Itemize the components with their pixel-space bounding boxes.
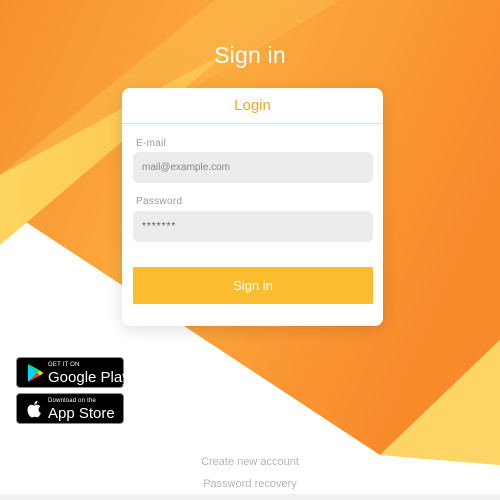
apple-badge-big-text: App Store <box>48 405 115 422</box>
google-badge-small-text: GET IT ON <box>48 362 80 368</box>
password-label: Password <box>136 196 183 207</box>
apple-icon <box>27 400 41 418</box>
password-recovery-link[interactable]: Password recovery <box>0 478 500 490</box>
password-input[interactable] <box>133 211 373 242</box>
email-input[interactable] <box>133 152 373 183</box>
create-account-link[interactable]: Create new account <box>0 456 500 468</box>
apple-badge-small-text: Download on the <box>48 398 97 404</box>
login-card: Login E-mail Password Sign in <box>122 88 383 326</box>
app-store-badge[interactable]: Download on the App Store <box>16 393 124 424</box>
sign-in-button[interactable]: Sign in <box>133 267 373 304</box>
google-play-icon <box>28 364 44 382</box>
page-title: Sign in <box>214 42 286 68</box>
card-header: Login <box>122 88 383 124</box>
google-badge-big-text: Google Play <box>48 369 130 386</box>
email-label: E-mail <box>136 138 167 149</box>
bottom-bar <box>0 494 500 500</box>
google-play-badge[interactable]: GET IT ON Google Play <box>16 357 130 388</box>
